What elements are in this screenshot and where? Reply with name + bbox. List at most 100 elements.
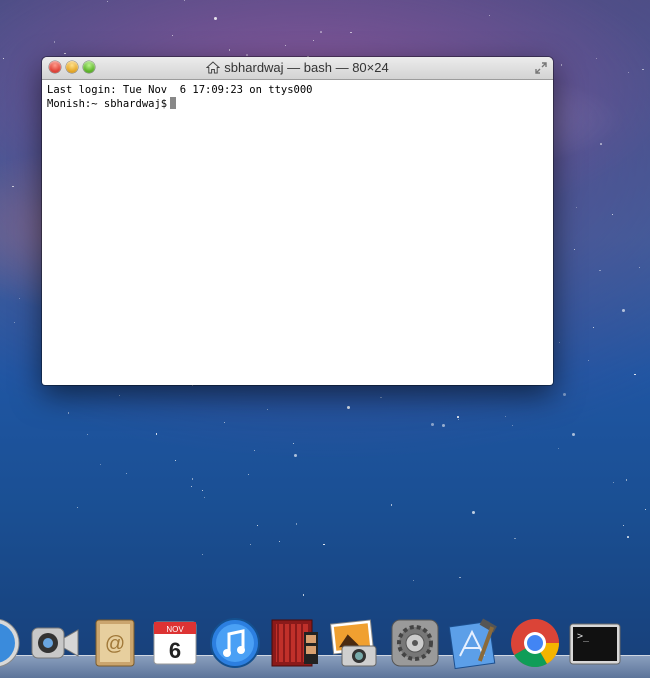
star: [175, 459, 177, 461]
star: [53, 41, 56, 43]
text-cursor: [170, 97, 177, 109]
star: [191, 478, 194, 480]
star: [86, 434, 88, 436]
star: [441, 424, 445, 428]
star: [171, 34, 174, 37]
calendar-month: NOV: [166, 625, 184, 634]
star: [202, 490, 204, 492]
star: [642, 68, 644, 71]
star: [621, 308, 625, 312]
star: [192, 385, 194, 387]
star: [125, 473, 127, 475]
star: [622, 524, 625, 527]
system-preferences-icon[interactable]: [388, 616, 442, 670]
svg-text:@: @: [105, 633, 125, 655]
star: [267, 408, 269, 410]
star: [457, 416, 459, 418]
star: [612, 213, 614, 215]
star: [592, 327, 594, 329]
star: [459, 576, 461, 579]
iphoto-icon[interactable]: [328, 616, 382, 670]
shell-prompt: Monish:~ sbhardwaj$: [47, 98, 168, 110]
star: [431, 422, 435, 426]
star: [644, 509, 646, 510]
star: [3, 57, 5, 59]
star: [12, 185, 14, 188]
star: [390, 504, 393, 506]
star: [512, 424, 514, 426]
star: [557, 448, 559, 450]
star: [350, 31, 352, 34]
star: [312, 39, 314, 41]
star: [64, 52, 66, 55]
star: [571, 433, 575, 437]
chrome-icon[interactable]: [508, 616, 562, 670]
star: [380, 396, 382, 399]
star: [458, 418, 460, 420]
star: [574, 249, 576, 251]
fullscreen-icon[interactable]: [534, 61, 548, 75]
star: [191, 485, 193, 487]
star: [595, 57, 597, 59]
star: [472, 510, 476, 514]
star: [183, 0, 185, 1]
star: [13, 322, 15, 324]
star: [119, 394, 121, 396]
star: [228, 49, 230, 51]
star: [214, 16, 218, 20]
last-login-line: Last login: Tue Nov 6 17:09:23 on ttys00…: [47, 84, 313, 96]
star: [505, 415, 507, 417]
star: [560, 64, 563, 66]
star: [278, 540, 280, 542]
title-bar[interactable]: sbhardwaj — bash — 80×24: [42, 57, 553, 80]
star: [514, 537, 516, 540]
terminal-window[interactable]: sbhardwaj — bash — 80×24 Last login: Tue…: [42, 57, 553, 385]
star: [612, 481, 615, 484]
star: [599, 269, 601, 272]
star: [588, 359, 590, 361]
address-book-icon[interactable]: @: [88, 616, 142, 670]
window-title: sbhardwaj — bash — 80×24: [224, 60, 389, 75]
star: [488, 14, 490, 16]
photo-booth-icon[interactable]: [268, 616, 322, 670]
star: [562, 392, 566, 396]
star: [253, 450, 255, 452]
star: [250, 543, 252, 545]
star: [412, 580, 414, 582]
star: [627, 536, 629, 538]
star: [575, 206, 578, 209]
facetime-icon[interactable]: [28, 616, 82, 670]
star: [638, 267, 640, 269]
star: [246, 54, 248, 56]
star: [67, 412, 70, 414]
star: [248, 474, 250, 476]
star: [558, 341, 561, 344]
star: [203, 497, 205, 499]
star: [625, 479, 628, 481]
home-icon: [206, 61, 221, 74]
star: [77, 507, 79, 509]
terminal-output[interactable]: Last login: Tue Nov 6 17:09:23 on ttys00…: [42, 80, 553, 115]
star: [256, 524, 258, 526]
star: [201, 553, 204, 556]
star: [323, 543, 325, 546]
star: [293, 454, 297, 458]
xcode-icon[interactable]: [448, 616, 502, 670]
star: [302, 594, 305, 596]
safari-icon[interactable]: [0, 616, 22, 670]
star: [292, 443, 294, 445]
star: [347, 406, 351, 409]
star: [285, 45, 287, 47]
svg-text:>_: >_: [577, 631, 590, 642]
star: [99, 463, 102, 466]
star: [320, 31, 322, 33]
star: [223, 422, 225, 424]
star: [295, 523, 298, 525]
star: [600, 143, 602, 145]
calendar-icon[interactable]: NOV 6: [148, 616, 202, 670]
star: [155, 433, 158, 435]
star: [18, 298, 20, 300]
itunes-icon[interactable]: [208, 616, 262, 670]
star: [634, 373, 636, 376]
terminal-icon[interactable]: >_: [568, 616, 622, 670]
